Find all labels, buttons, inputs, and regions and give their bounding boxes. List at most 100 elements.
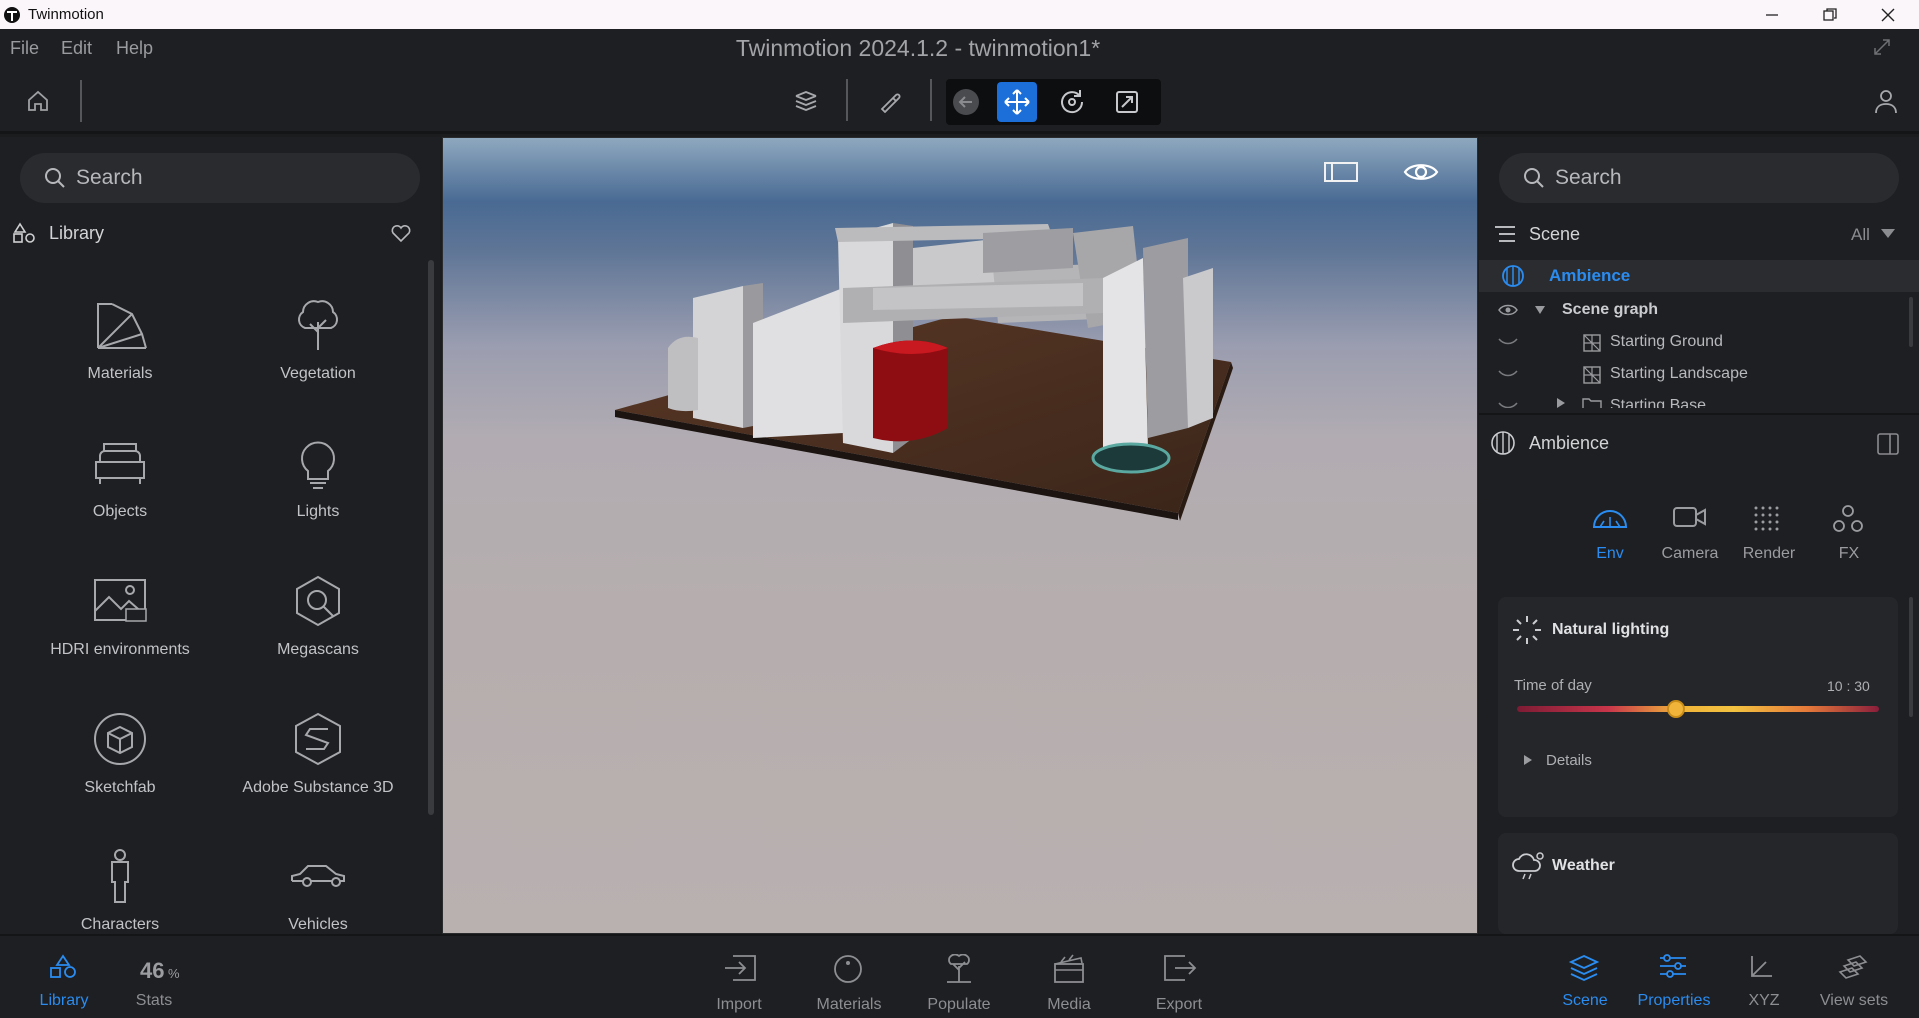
library-item-label: Lights	[296, 503, 340, 520]
characters-icon	[90, 846, 150, 906]
import-icon	[723, 954, 757, 982]
expand-triangle-icon[interactable]	[1535, 306, 1545, 314]
weather-card: Weather	[1498, 833, 1898, 934]
stats-value: 46	[140, 958, 165, 983]
close-icon[interactable]	[1859, 0, 1917, 29]
time-of-day-value: 10 : 30	[1827, 678, 1870, 694]
minimize-icon[interactable]	[1743, 0, 1801, 29]
library-megascans[interactable]: Megascans	[228, 571, 408, 691]
scene-filter-dropdown[interactable]: All	[1851, 225, 1870, 245]
menu-bar: File Edit Help Twinmotion 2024.1.2 - twi…	[0, 29, 1919, 67]
render-dots-icon	[1751, 505, 1785, 531]
toolbar-separator	[846, 79, 848, 121]
scale-icon[interactable]	[1107, 82, 1147, 122]
bottom-xyz-button[interactable]: XYZ	[1714, 946, 1814, 1016]
rotate-icon[interactable]	[1052, 82, 1092, 122]
bottom-view-sets-button[interactable]: View sets	[1804, 946, 1904, 1016]
eye-icon[interactable]	[1498, 303, 1518, 317]
eyedropper-icon[interactable]	[870, 81, 910, 121]
scene-search-input[interactable]: Search	[1499, 153, 1899, 203]
expand-arrow-icon[interactable]	[1557, 398, 1565, 408]
natural-lighting-card: Natural lighting Time of day 10 : 30 Det…	[1498, 597, 1898, 817]
bottom-populate-button[interactable]: Populate	[909, 946, 1009, 1016]
library-hdri[interactable]: HDRI environments	[30, 571, 210, 691]
scene-tree-scrollbar[interactable]	[1909, 297, 1913, 347]
tree-row-ambience[interactable]: Ambience	[1479, 260, 1919, 292]
tree-row-starting-ground[interactable]: Starting Ground	[1479, 326, 1919, 358]
library-icon	[48, 954, 78, 980]
eye-closed-icon[interactable]	[1498, 370, 1518, 378]
dock-panel-icon[interactable]	[1877, 433, 1899, 455]
tab-env[interactable]: Env	[1570, 495, 1650, 562]
twinmotion-logo-icon	[3, 6, 21, 24]
tree-row-starting-base[interactable]: Starting Base	[1479, 390, 1919, 408]
megascans-icon	[288, 571, 348, 631]
3d-viewport[interactable]	[442, 137, 1478, 934]
details-expand-arrow-icon[interactable]	[1524, 755, 1532, 765]
tree-row-scene-graph[interactable]: Scene graph	[1479, 294, 1919, 326]
weather-title: Weather	[1552, 857, 1615, 874]
weather-cloud-icon	[1512, 851, 1546, 881]
slider-knob[interactable]	[1667, 700, 1686, 718]
bottom-export-button[interactable]: Export	[1129, 946, 1229, 1016]
panel-layout-icon[interactable]	[1323, 160, 1359, 184]
library-scrollbar[interactable]	[428, 260, 434, 815]
move-icon[interactable]	[997, 82, 1037, 122]
bottom-library-button[interactable]: Library	[14, 946, 114, 1016]
tree-row-starting-landscape[interactable]: Starting Landscape	[1479, 358, 1919, 390]
tab-render[interactable]: Render	[1729, 495, 1809, 562]
visibility-eye-icon[interactable]	[1403, 160, 1439, 184]
library-sketchfab[interactable]: Sketchfab	[30, 709, 210, 829]
tab-camera[interactable]: Camera	[1650, 495, 1730, 562]
export-icon	[1163, 954, 1197, 982]
toolbar-separator	[80, 80, 82, 122]
library-search-input[interactable]: Search	[20, 153, 420, 203]
bottom-import-button[interactable]: Import	[689, 946, 789, 1016]
bottom-materials-button[interactable]: Materials	[799, 946, 899, 1016]
tree-label: Starting Landscape	[1610, 365, 1748, 382]
library-substance[interactable]: Adobe Substance 3D	[228, 709, 408, 829]
favorites-heart-icon[interactable]	[390, 223, 412, 243]
search-placeholder: Search	[1555, 166, 1622, 189]
eye-closed-icon[interactable]	[1498, 402, 1518, 408]
tab-label: Env	[1596, 545, 1624, 562]
home-icon[interactable]	[18, 81, 58, 121]
bottom-media-button[interactable]: Media	[1019, 946, 1119, 1016]
bottom-scene-button[interactable]: Scene	[1535, 946, 1635, 1016]
time-of-day-slider[interactable]	[1517, 700, 1879, 718]
scene-properties-panel: Search Scene All Ambience Scene graph St…	[1479, 137, 1919, 934]
library-item-label: Vehicles	[288, 916, 348, 933]
details-toggle[interactable]: Details	[1546, 752, 1592, 769]
search-icon	[1523, 167, 1545, 189]
substance-icon	[288, 709, 348, 769]
clapperboard-icon	[1053, 954, 1085, 984]
bottom-label: Library	[39, 992, 89, 1009]
tab-fx[interactable]: FX	[1809, 495, 1889, 562]
library-item-label: Vegetation	[280, 365, 356, 382]
properties-scrollbar[interactable]	[1909, 597, 1913, 717]
bottom-label: Import	[716, 996, 762, 1013]
eye-closed-icon[interactable]	[1498, 338, 1518, 346]
bottom-stats-button[interactable]: 46 % Stats	[104, 946, 204, 1016]
library-materials[interactable]: Materials	[30, 295, 210, 415]
bottom-properties-button[interactable]: Properties	[1624, 946, 1724, 1016]
landscape-icon	[1582, 365, 1602, 385]
tab-label: Render	[1742, 545, 1796, 562]
view-sets-icon	[1838, 954, 1868, 982]
fx-icon	[1831, 505, 1865, 533]
chevron-down-icon[interactable]	[1881, 229, 1895, 239]
natural-lighting-title: Natural lighting	[1552, 621, 1670, 638]
user-icon[interactable]	[1866, 81, 1906, 121]
bottom-label: Stats	[135, 992, 173, 1009]
library-title: Library	[49, 223, 105, 243]
bottom-label: Properties	[1637, 992, 1711, 1009]
layers-icon[interactable]	[786, 81, 826, 121]
back-icon[interactable]	[946, 82, 986, 122]
library-vegetation[interactable]: Vegetation	[228, 295, 408, 415]
library-objects[interactable]: Objects	[30, 433, 210, 553]
fullscreen-icon[interactable]	[1872, 37, 1892, 57]
library-lights[interactable]: Lights	[228, 433, 408, 553]
search-icon	[44, 167, 66, 189]
restore-icon[interactable]	[1801, 0, 1859, 29]
tab-label: FX	[1838, 545, 1860, 562]
